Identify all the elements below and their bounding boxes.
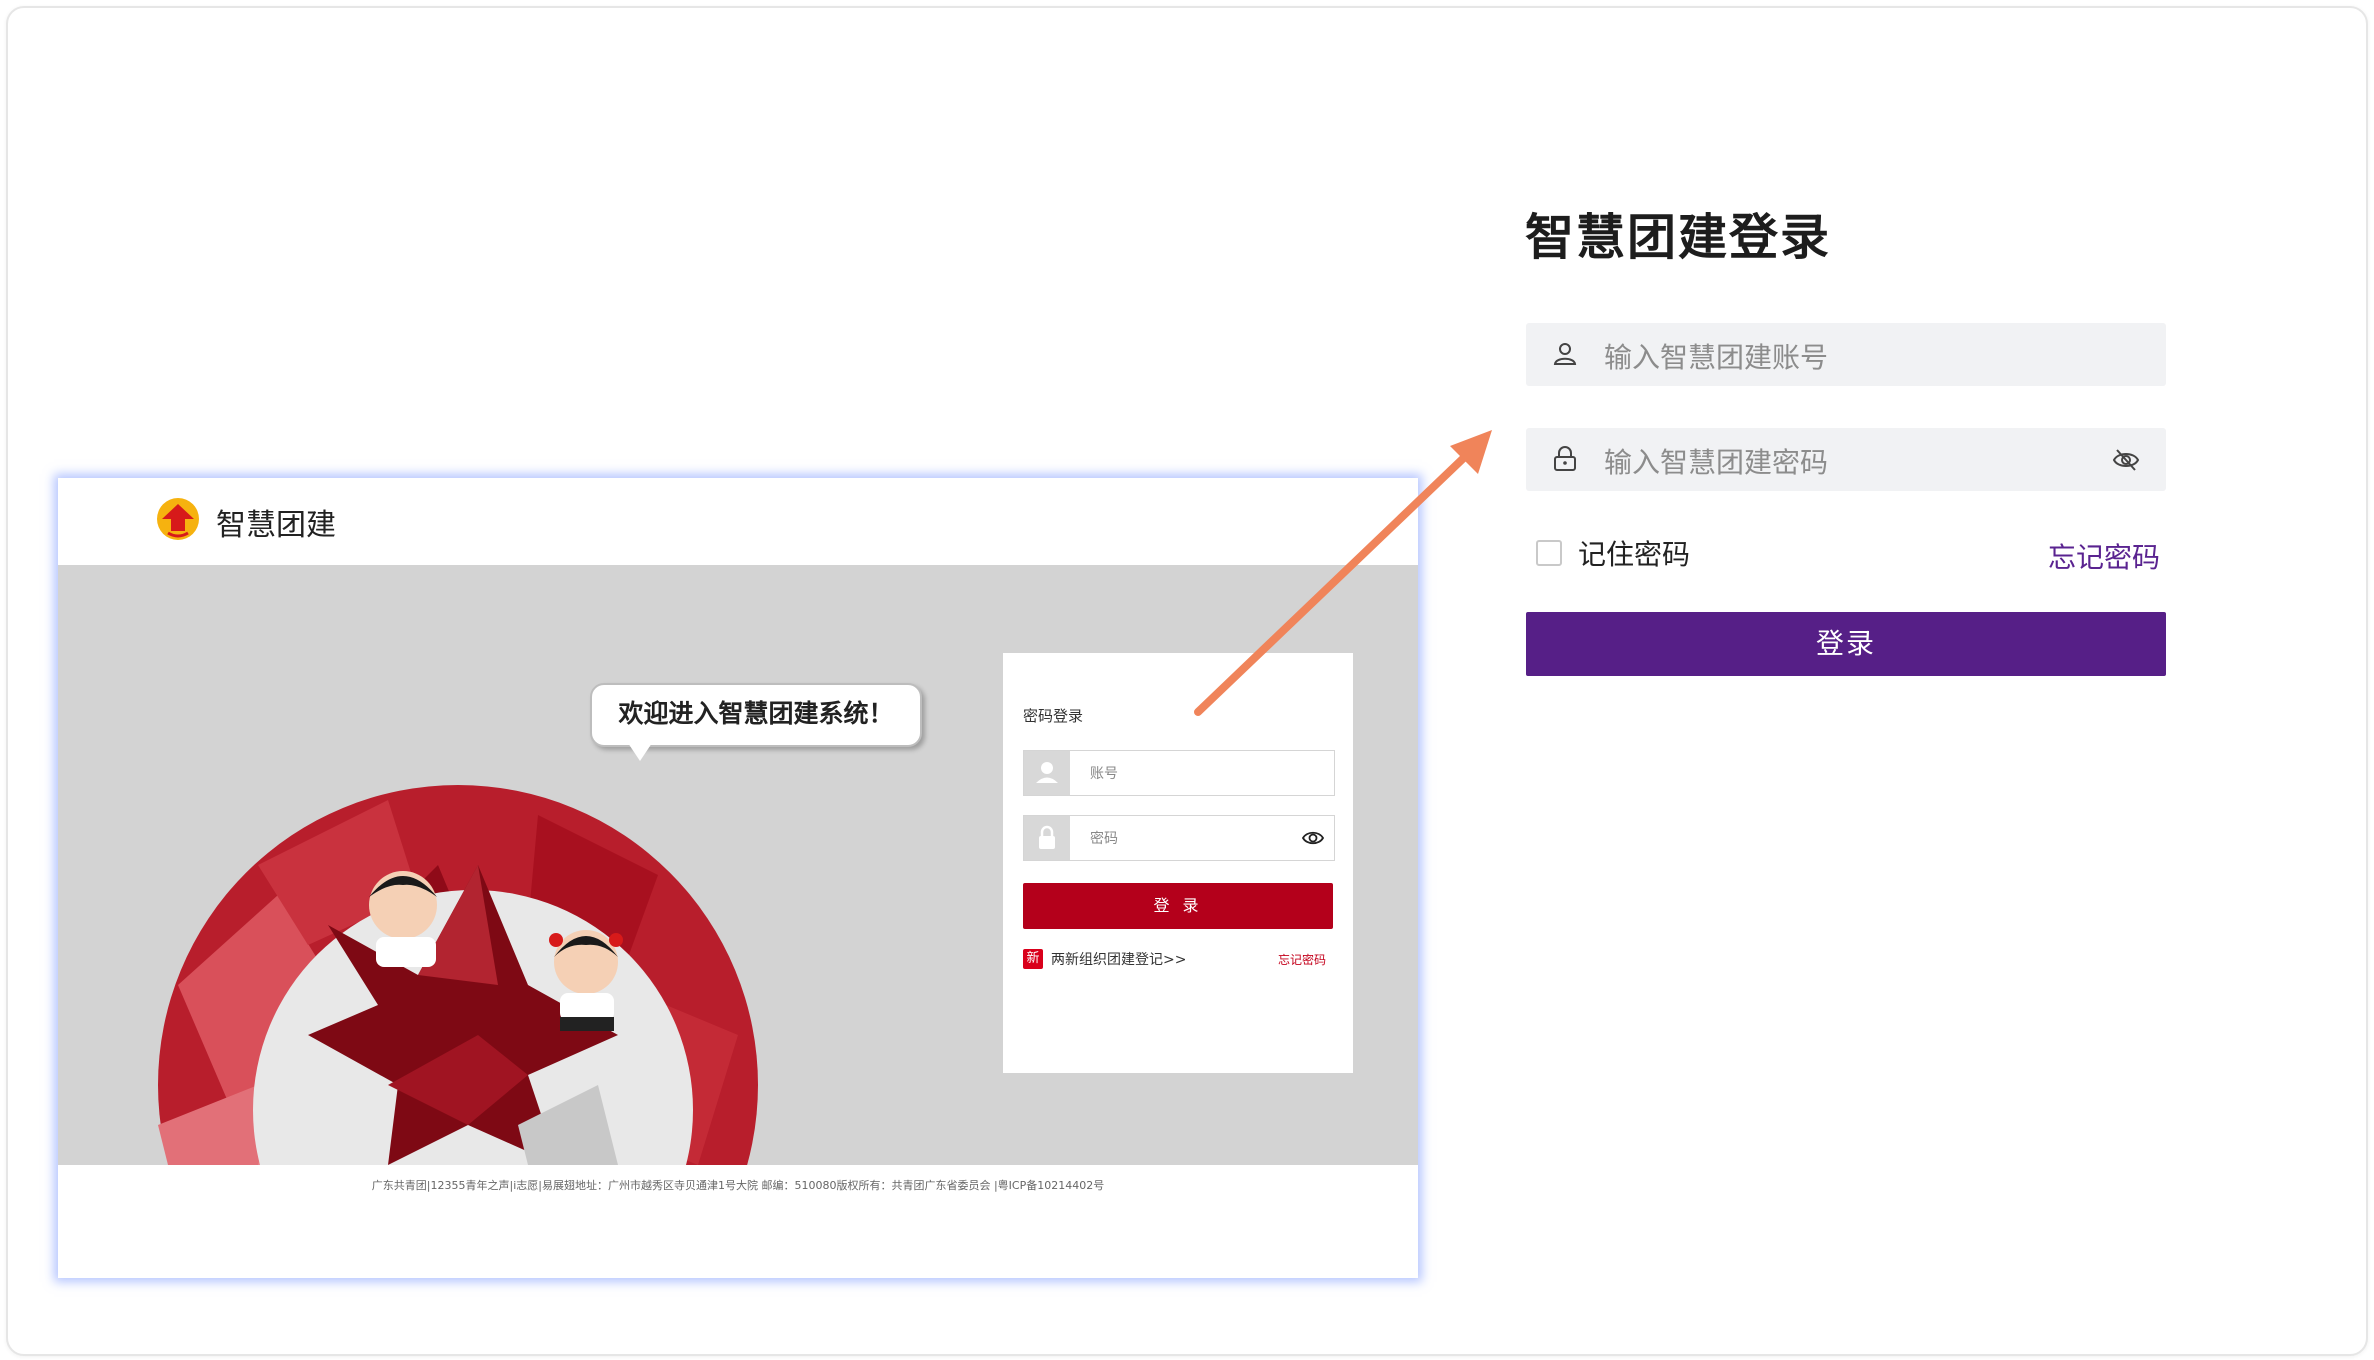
remember-label: 记住密码 [1578, 538, 1691, 571]
register-link[interactable]: 两新组织团建登记>> [1051, 949, 1186, 969]
old-login-button[interactable]: 登 录 [1023, 883, 1333, 929]
old-account-placeholder: 账号 [1090, 766, 1118, 782]
user-icon [1553, 343, 1577, 365]
eye-icon[interactable] [1302, 827, 1324, 849]
old-site-header: 智慧团建 [58, 478, 1418, 565]
user-icon-small [1036, 762, 1058, 783]
remember-checkbox[interactable] [1536, 540, 1562, 566]
password-input[interactable]: 输入智慧团建密码 [1526, 428, 2166, 491]
lock-icon [1554, 446, 1576, 471]
old-password-placeholder: 密码 [1090, 831, 1118, 847]
old-site-background: 欢迎进入智慧团建系统！ 密码登录 账号 密码 登 录 新 两新组织团建登记>> … [58, 565, 1418, 1165]
old-account-input[interactable]: 账号 [1023, 750, 1335, 796]
login-button[interactable]: 登录 [1526, 612, 2166, 676]
password-placeholder: 输入智慧团建密码 [1604, 446, 1829, 479]
login-title: 智慧团建登录 [1525, 209, 1832, 266]
user-icon-box [1024, 751, 1070, 795]
old-site-brand: 智慧团建 [216, 508, 336, 543]
old-card-title: 密码登录 [1023, 707, 1084, 725]
account-placeholder: 输入智慧团建账号 [1604, 341, 1829, 374]
lock-icon-small [1039, 825, 1055, 849]
old-forgot-link[interactable]: 忘记密码 [1278, 951, 1326, 968]
old-login-card: 密码登录 账号 密码 登 录 新 两新组织团建登记>> 忘记密码 [1003, 653, 1353, 1073]
lock-icon-box [1024, 816, 1070, 860]
welcome-bubble: 欢迎进入智慧团建系统！ [590, 683, 922, 761]
old-site-screenshot: 智慧团建 欢迎进入智慧团建系统！ 密码登录 账号 密码 登 录 新 两新组织团建… [58, 478, 1418, 1278]
logo-icon [157, 498, 199, 540]
eye-off-icon[interactable] [2112, 446, 2140, 474]
account-input[interactable]: 输入智慧团建账号 [1526, 323, 2166, 386]
cartoon-boy [369, 871, 437, 967]
old-site-footer: 广东共青团|12355青年之声|i志愿|易展翅地址：广州市越秀区寺贝通津1号大院… [58, 1165, 1418, 1278]
forgot-password-link[interactable]: 忘记密码 [2048, 536, 2160, 576]
welcome-text: 欢迎进入智慧团建系统！ [618, 699, 894, 728]
footer-text: 广东共青团|12355青年之声|i志愿|易展翅地址：广州市越秀区寺贝通津1号大院… [371, 1179, 1105, 1192]
old-password-input[interactable]: 密码 [1023, 815, 1335, 861]
new-badge: 新 [1023, 949, 1043, 969]
bubble-tail [628, 743, 652, 761]
